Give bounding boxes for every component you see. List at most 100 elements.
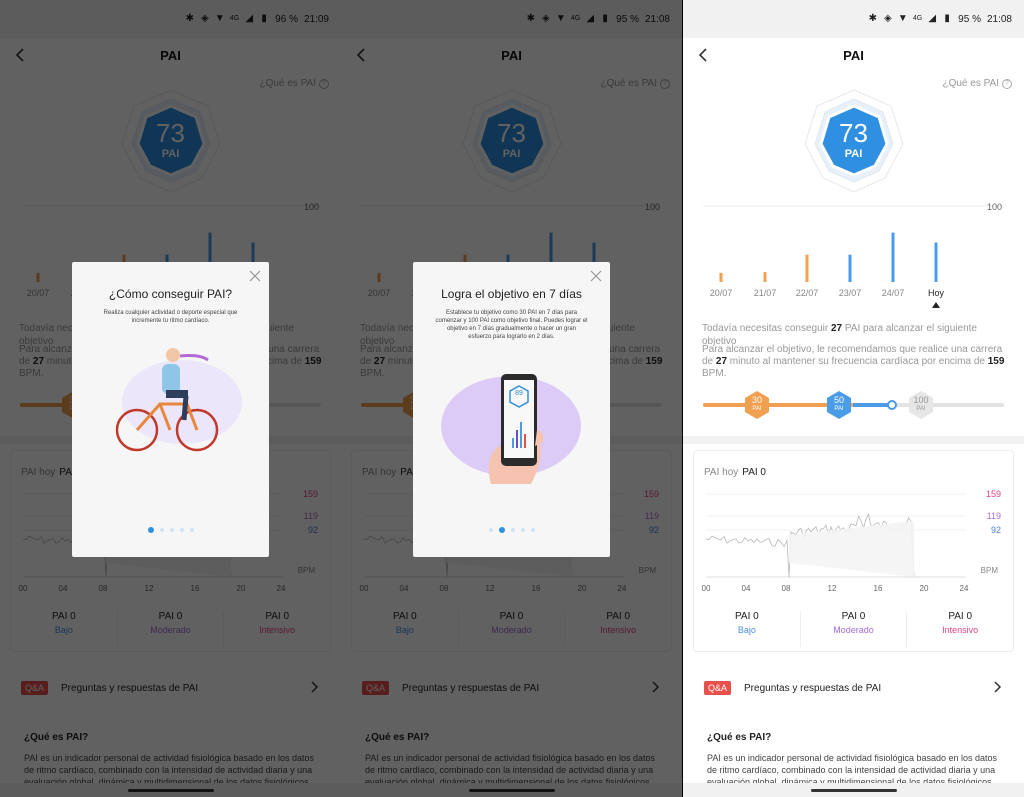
zone-value: PAI 0: [734, 611, 759, 622]
pai-score-value: 73: [839, 118, 868, 148]
zone-name: Moderado: [833, 625, 874, 635]
pai-score-badge: 73 PAI: [799, 86, 909, 196]
chart-x-label: 21/07: [753, 288, 777, 298]
chart-x-label: Hoy: [927, 288, 944, 298]
chart-x-label: 22/07: [795, 288, 819, 298]
chart-bar[interactable]: [934, 242, 938, 282]
qa-label: Preguntas y respuestas de PAI: [744, 682, 882, 694]
dialog-body: Establece tu objetivo como 30 PAI en 7 d…: [435, 310, 588, 340]
chart-bar[interactable]: [891, 232, 895, 282]
rec-minutes: 27: [715, 356, 728, 367]
time-axis-label: 16: [873, 584, 883, 593]
pager-dot[interactable]: [169, 528, 174, 532]
close-icon[interactable]: [590, 270, 602, 282]
goal-value: 30: [751, 395, 762, 405]
battery-icon: ▮: [944, 13, 950, 24]
heart-rate-graph: [705, 493, 966, 578]
clock: 21:08: [986, 13, 1012, 25]
pager-dot[interactable]: [189, 528, 194, 532]
time-axis-label: 00: [701, 584, 711, 593]
chart-bar[interactable]: [805, 254, 809, 282]
pager-dots: [413, 527, 610, 533]
pager-dot[interactable]: [530, 528, 535, 532]
qa-badge: Q&A: [704, 681, 732, 695]
chart-bar[interactable]: [848, 254, 852, 282]
zone-name: Bajo: [737, 625, 756, 635]
pager-dot[interactable]: [179, 528, 184, 532]
help-icon: ?: [1002, 78, 1012, 89]
goal-value: 100: [913, 395, 929, 405]
battery-level: 95 %: [958, 13, 981, 25]
dialog-title: ¿Cómo conseguir PAI?: [108, 287, 233, 301]
chevron-right-icon: [994, 681, 1002, 693]
pager-dot[interactable]: [488, 528, 493, 532]
dialog-body: Realiza cualquier actividad o deporte es…: [103, 310, 238, 324]
zone-value: PAI 0: [841, 611, 866, 622]
onboarding-dialog: Logra el objetivo en 7 días Establece tu…: [413, 262, 610, 557]
qa-row[interactable]: Q&A Preguntas y respuestas de PAI: [693, 664, 1014, 712]
signal-icon: ◢: [928, 13, 937, 24]
chart-bar[interactable]: [763, 272, 767, 282]
status-bar: ✱ ◈ ▼ 4G ◢ ▮ 95 % 21:08: [683, 0, 1024, 38]
bpm-unit-label: BPM: [980, 566, 998, 575]
chart-y-max-label: 100: [986, 202, 1002, 212]
heart-rate-reference-label: 119: [986, 511, 1001, 521]
vibrate-icon: ◈: [883, 13, 892, 24]
chart-bar[interactable]: [719, 272, 723, 282]
intensity-zone: PAI 0 Bajo: [694, 611, 801, 647]
time-axis-label: 24: [959, 584, 969, 593]
pager-dot[interactable]: [498, 527, 505, 533]
phone-illustration: 89: [433, 364, 590, 494]
pager-dot[interactable]: [159, 528, 164, 532]
intensity-zones: PAI 0 Bajo PAI 0 Moderado PAI 0 Intensivo: [694, 611, 1013, 647]
next-goal-prefix: Todavía necesitas conseguir: [702, 323, 831, 334]
what-is-pai-label: ¿Qué es PAI: [942, 78, 999, 89]
rec-bpm: 159: [987, 356, 1005, 367]
home-gesture-pill[interactable]: [810, 788, 897, 792]
goal-value: 50: [833, 395, 844, 405]
next-goal-amount: 27: [830, 323, 843, 334]
wifi-icon: ▼: [897, 13, 908, 24]
screen-how-to-get-pai: ✱ ◈ ▼ 4G ◢ ▮ 96 % 21:09 PAI ¿Qué es PAI …: [0, 0, 341, 797]
heart-rate-reference-label: 159: [985, 489, 1001, 499]
goal-marker: 30PAI: [743, 390, 771, 420]
weekly-pai-chart: 100 20/07 21/07 22/07 23/07 24/07 Hoy: [683, 198, 1024, 308]
intensity-zone: PAI 0 Moderado: [801, 611, 908, 647]
pager-dot[interactable]: [520, 528, 525, 532]
goal-unit: PAI: [752, 406, 762, 412]
chart-x-label: 23/07: [838, 288, 862, 298]
phone-hand-icon: [441, 374, 581, 484]
info-title: ¿Qué es PAI?: [707, 732, 772, 743]
back-arrow-icon[interactable]: [695, 45, 713, 65]
dialog-title: Logra el objetivo en 7 días: [441, 287, 582, 301]
pager-dot[interactable]: [510, 528, 515, 532]
goal-marker: 100PAI: [907, 390, 935, 420]
time-axis-label: 04: [741, 584, 751, 593]
goal-unit: PAI: [916, 406, 926, 412]
system-nav-bar: [683, 783, 1024, 797]
intensity-zone: PAI 0 Intensivo: [907, 611, 1013, 647]
close-icon[interactable]: [249, 270, 261, 282]
today-marker-icon: [932, 302, 940, 308]
network-type: 4G: [912, 15, 923, 22]
recommendation-message: Para alcanzar el objetivo, le recomendam…: [702, 344, 1010, 380]
cyclist-illustration: [115, 348, 242, 452]
time-axis-label: 12: [827, 584, 837, 593]
pager-dot[interactable]: [147, 527, 154, 533]
goal-unit: PAI: [834, 406, 844, 412]
time-axis-label: 08: [781, 584, 791, 593]
what-is-pai-link[interactable]: ¿Qué es PAI ?: [942, 78, 1012, 89]
pai-page: PAI ¿Qué es PAI ? 73 PAI 100 20/07 21/07 2…: [683, 38, 1024, 797]
section-divider: [683, 436, 1024, 444]
rec-middle: minuto al mantener su frecuencia cardíac…: [727, 356, 988, 367]
page-title: PAI: [843, 47, 864, 63]
bluetooth-icon: ✱: [868, 13, 878, 24]
zone-name: Intensivo: [942, 625, 979, 635]
chart-x-label: 20/07: [709, 288, 733, 298]
goal-progress-knob: [887, 400, 897, 410]
goal-marker: 50PAI: [825, 390, 853, 420]
onboarding-dialog: ¿Cómo conseguir PAI? Realiza cualquier a…: [72, 262, 269, 557]
pai-score-unit: PAI: [844, 148, 863, 160]
top-bar: PAI: [683, 38, 1024, 72]
today-heart-rate-card[interactable]: PAI hoyPAI 0 15911992 BPM 00040812162024…: [693, 450, 1014, 652]
